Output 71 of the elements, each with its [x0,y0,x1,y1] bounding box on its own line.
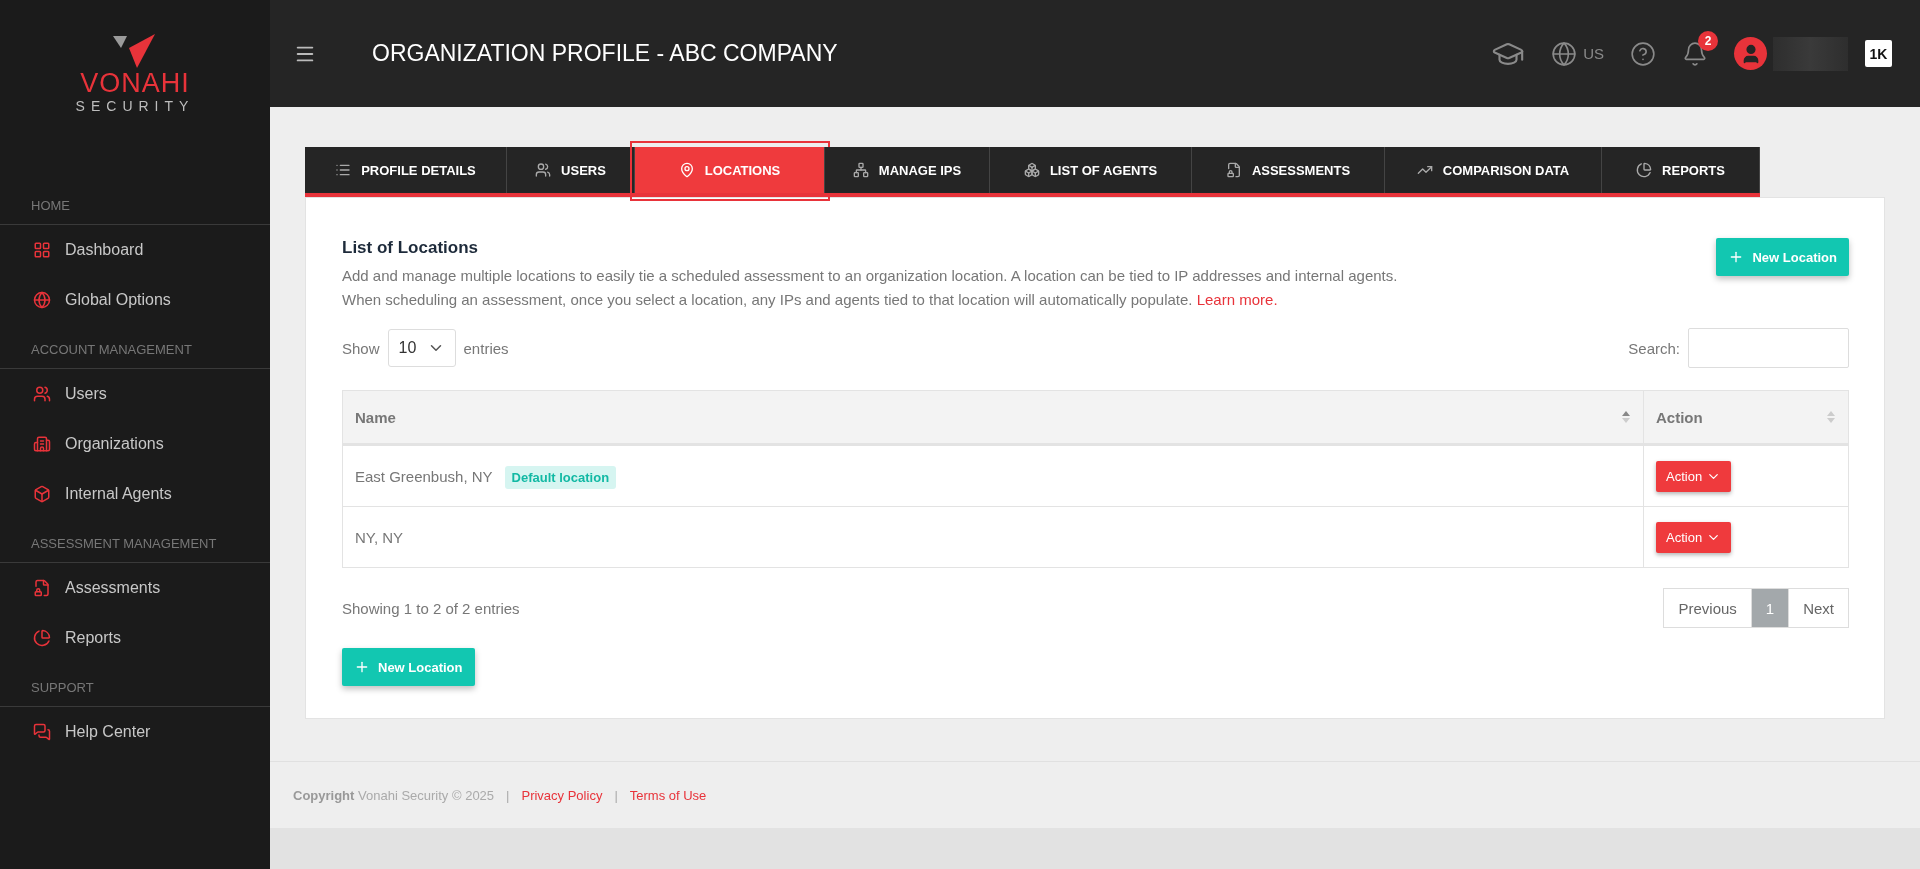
app-badge[interactable]: 1K [1865,40,1892,67]
panel-description: Add and manage multiple locations to easily tie a scheduled assessment to an organization location. A location can be tied to IP addresses and internal agents. When scheduling an assessment, once you select a location, any IPs and agents tied to that location will automatically populate. Learn more. [342,266,1398,310]
page-title: ORGANIZATION PROFILE - ABC COMPANY [372,40,839,67]
globe-icon [33,291,51,309]
entries-label: entries [463,339,509,357]
box-icon [33,485,51,503]
pin-icon [678,162,695,178]
tab[interactable]: USERS [507,147,635,193]
users-icon [33,385,51,403]
section-heading: SUPPORT [0,680,270,707]
building-icon [33,435,51,453]
logo-tagline: SECURITY [75,97,195,116]
footer-link[interactable]: Privacy Policy [521,787,603,803]
footer-link[interactable]: Terms of Use [629,787,707,803]
sidebar-item[interactable]: Organizations [0,419,270,469]
help-button[interactable] [1630,40,1656,67]
column-header[interactable]: Name [342,390,1644,445]
plus-icon [354,659,370,675]
help-icon [1630,40,1656,67]
column-header[interactable]: Action [1643,390,1849,445]
chat-icon [33,723,51,741]
page-button[interactable]: Next [1788,588,1849,628]
logo-brand: VONAHI [80,70,190,97]
location-name: NY, NY [342,506,1644,568]
sidebar-item[interactable]: Assessments [0,563,270,613]
tab[interactable]: ASSESSMENTS [1192,147,1385,193]
sort-icon [1826,410,1836,424]
separator: | [506,787,510,803]
file-icon [1225,162,1242,178]
section-heading: HOME [0,198,270,225]
page-button[interactable]: Previous [1663,588,1752,628]
panel-title: List of Locations [342,238,479,258]
list-icon [335,162,352,178]
tab[interactable]: COMPARISON DATA [1385,147,1602,193]
copyright-text: Copyright Vonahi Security © 2025 [293,787,495,803]
pie-icon [33,629,51,647]
action-button[interactable]: Action [1656,521,1732,553]
location-name: East Greenbush, NY Default location [342,444,1644,507]
default-tag: Default location [504,465,617,489]
file-icon [33,579,51,597]
sidebar-item[interactable]: Users [0,369,270,419]
notification-count: 2 [1698,30,1718,51]
tab[interactable]: PROFILE DETAILS [305,147,507,193]
avatar-icon[interactable] [1734,37,1767,70]
action-button[interactable]: Action [1656,460,1732,492]
search-field[interactable] [1688,328,1849,368]
learn-more-link[interactable]: Learn more. [1196,291,1278,308]
globe-icon [1551,40,1578,67]
sidebar-item[interactable]: Global Options [0,275,270,325]
pie-icon [1636,162,1653,178]
search-label: Search: [1628,339,1680,357]
section-heading: ACCOUNT MANAGEMENT [0,342,270,369]
tab[interactable]: MANAGE IPS [825,147,990,193]
table-info: Showing 1 to 2 of 2 entries [342,599,520,617]
sort-icon [1621,410,1631,424]
sidebar-item[interactable]: Help Center [0,707,270,757]
users-icon [535,162,552,178]
entries-select[interactable]: 10 [387,329,456,367]
network-icon [852,162,869,178]
show-label: Show [342,339,380,357]
section-heading: ASSESSMENT MANAGEMENT [0,536,270,563]
tab[interactable]: LIST OF AGENTS [990,147,1192,193]
sidebar-item[interactable]: Internal Agents [0,469,270,519]
sidebar-item[interactable]: Reports [0,613,270,663]
grid-icon [33,241,51,259]
sidebar-item[interactable]: Dashboard [0,225,270,275]
tab[interactable]: REPORTS [1602,147,1760,193]
separator: | [614,787,618,803]
boxes-icon [1023,162,1040,178]
tab[interactable]: LOCATIONS [635,147,825,193]
language-button[interactable]: US [1551,40,1604,67]
